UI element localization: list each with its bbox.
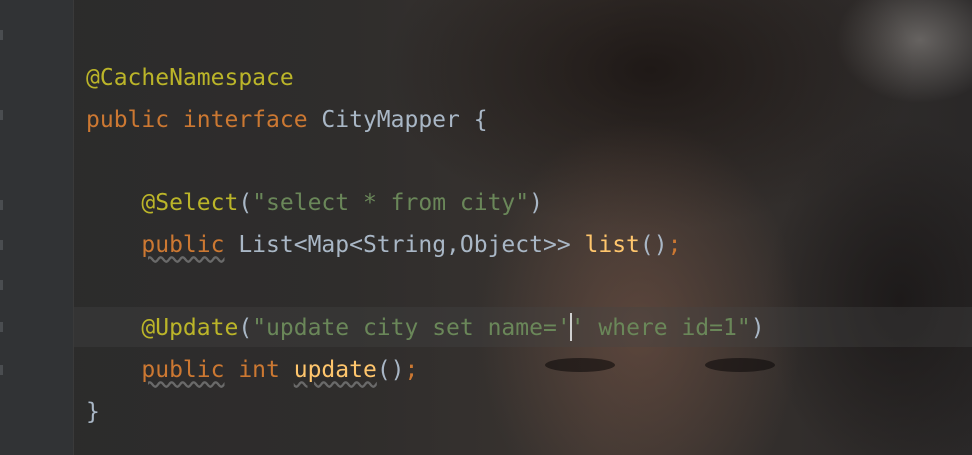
code-line[interactable]: public List<Map<String,Object>> list();: [86, 225, 765, 267]
code-token-anno: @Update: [141, 315, 239, 342]
code-token-kw: public interface: [86, 106, 308, 133]
code-token-plain: ): [529, 190, 543, 217]
code-line[interactable]: public int update();: [86, 350, 765, 392]
code-token-plain: List<Map<String,Object>>: [224, 231, 585, 258]
code-token-plain: }: [86, 398, 100, 425]
code-token-kw: ;: [404, 356, 419, 383]
gutter-marker: [0, 322, 3, 332]
code-token-str: ' where id=1": [570, 315, 751, 342]
code-token-kw: ;: [667, 231, 682, 258]
gutter-marker: [0, 365, 3, 375]
code-token-anno: @Select: [141, 190, 239, 217]
code-token-plain: CityMapper {: [307, 106, 488, 133]
gutter-marker: [0, 200, 3, 210]
gutter-marker: [0, 280, 3, 290]
code-token-kw: int: [224, 356, 294, 383]
code-line[interactable]: }: [86, 392, 765, 434]
code-line[interactable]: @Select("select * from city"): [86, 183, 765, 225]
code-token-kw: public: [141, 231, 225, 258]
code-line[interactable]: @CacheNamespace: [86, 58, 765, 100]
code-token-plain: (): [639, 231, 668, 258]
code-token-plain: (: [238, 315, 253, 342]
code-token-fn: list: [584, 231, 640, 258]
gutter-marker: [0, 30, 3, 40]
code-token-anno: @CacheNamespace: [86, 65, 294, 91]
code-token-plain: ): [750, 315, 765, 342]
code-token-plain: (: [238, 190, 253, 217]
code-token-str: "update city set name=': [252, 315, 571, 342]
code-token-fn: update: [293, 356, 377, 383]
line-number-gutter[interactable]: [0, 0, 74, 455]
code-editor[interactable]: @CacheNamespace public interface CityMapp…: [86, 58, 765, 433]
code-token-plain: (): [376, 356, 405, 383]
code-token-str: "select * from city": [252, 190, 530, 217]
gutter-marker: [0, 240, 3, 250]
code-line[interactable]: [86, 266, 765, 308]
code-line[interactable]: @Update("update city set name='' where i…: [86, 308, 765, 350]
code-line[interactable]: public interface CityMapper {: [86, 100, 765, 142]
code-line[interactable]: [86, 141, 765, 183]
code-token-kw: public: [141, 356, 225, 383]
gutter-marker: [0, 110, 3, 120]
